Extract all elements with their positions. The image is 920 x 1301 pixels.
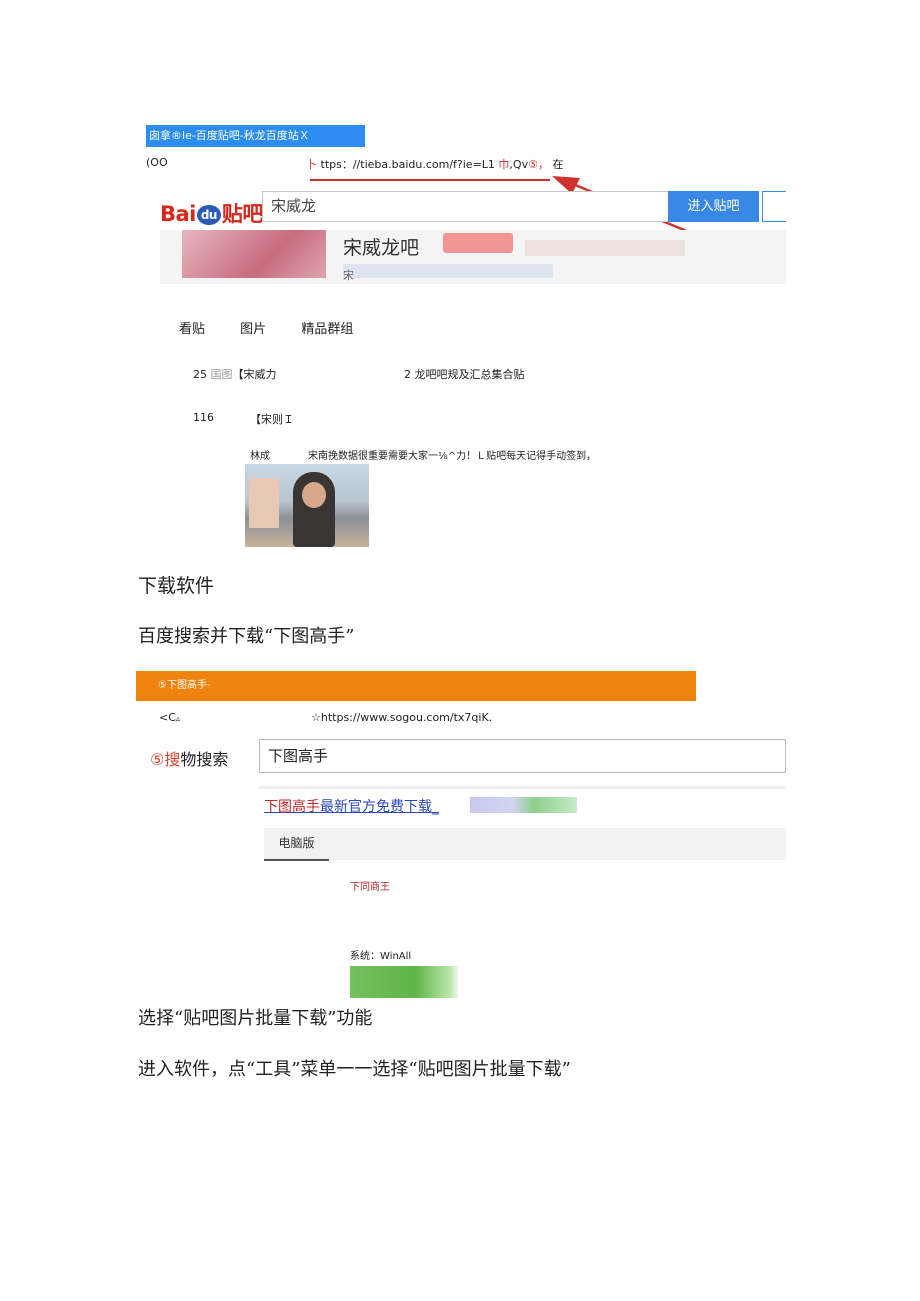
paragraph: 进入软件，点“工具”菜单一一选择“贴吧图片批量下载”: [138, 1059, 571, 1080]
url-main: ttps：//tieba.baidu.com/f?ie=L1: [320, 158, 495, 171]
forum-name: 宋威龙吧: [343, 237, 420, 259]
paragraph: 百度搜索并下载“下图高手”: [138, 626, 355, 647]
result-title: 最新官方免费下载_: [320, 799, 439, 815]
nav-back-text[interactable]: <C▵: [159, 711, 180, 724]
url-text[interactable]: 卜 ttps：//tieba.baidu.com/f?ie=L1 巾,Qv⑤， …: [306, 156, 563, 172]
secondary-button[interactable]: [762, 191, 786, 222]
paw-icon: du: [196, 205, 221, 225]
blurred-stats: [525, 240, 685, 256]
browser-tab[interactable]: 囱拿®le-百度贴吧-秋龙百度站Ｘ: [146, 125, 365, 147]
tab-pc-version[interactable]: 电脑版: [264, 828, 329, 861]
photo-building: [249, 478, 279, 528]
enter-tieba-button[interactable]: 进入贴吧: [668, 191, 759, 222]
forum-tabs: 看贴 图片 精品群组: [179, 318, 384, 337]
url-text[interactable]: ☆https://www.sogou.com/tx7qiK.: [311, 711, 492, 724]
result-link[interactable]: 下图高手最新官方免费下载_: [264, 796, 439, 816]
tab-groups[interactable]: 精品群组: [301, 322, 353, 337]
post-title[interactable]: 【宋则Ｉ: [250, 411, 294, 427]
nav-back[interactable]: <C: [159, 711, 176, 724]
url-prefix: 卜: [306, 158, 317, 171]
annotation-underline: [310, 179, 550, 181]
logo-tieba: 贴吧: [221, 202, 264, 226]
divider: [259, 786, 786, 789]
post-excerpt: 宋南挽数据很重要需要大家一⅛^力！Ｌ贴吧每天记得手动签到，: [308, 451, 597, 462]
reply-count: 116: [193, 411, 214, 424]
post-photo[interactable]: [245, 464, 369, 547]
post-title-continued[interactable]: 2 龙吧吧规及汇总集合贴: [404, 366, 525, 382]
triangle-icon: ▵: [175, 714, 180, 723]
baidu-tieba-logo[interactable]: Bai du 贴吧: [160, 198, 263, 228]
post-title[interactable]: 【宋威力: [233, 368, 277, 381]
logo-circle: ⑤: [150, 750, 165, 769]
software-name: 下同商王: [350, 882, 390, 893]
result-highlight: 下图高手: [264, 799, 320, 815]
forum-banner-image: [182, 230, 326, 278]
url-tail: ,Qv: [509, 158, 529, 171]
forum-subtitle-blurred: 宋: [343, 264, 553, 282]
post-tag: 国图: [210, 368, 233, 381]
result-tabbar: [264, 828, 786, 860]
reply-count: 25: [193, 368, 207, 381]
logo-red: 搜: [164, 750, 181, 769]
tab-images[interactable]: 图片: [240, 322, 266, 337]
nav-back-text[interactable]: (OO: [146, 156, 168, 169]
download-button[interactable]: [350, 966, 458, 998]
logo-rest: 物搜索: [180, 750, 229, 769]
search-input[interactable]: 下图高手: [259, 739, 786, 773]
search-input[interactable]: 宋威龙: [262, 191, 669, 222]
browser-tab[interactable]: ⑤下图高手-: [136, 671, 696, 701]
post-author[interactable]: 林成: [250, 447, 270, 462]
logo-bai: Bai: [160, 202, 196, 226]
section-heading: 下载软件: [138, 575, 215, 597]
blurred-link-tail: [470, 797, 577, 813]
forum-subtitle: 宋: [343, 269, 354, 282]
follow-button-blurred[interactable]: [443, 233, 513, 253]
url-red-char: 巾: [498, 158, 510, 171]
section-heading: 选择“贴吧图片批量下载”功能: [138, 1008, 373, 1029]
photo-face: [302, 482, 326, 508]
tab-posts[interactable]: 看贴: [179, 322, 205, 337]
sogou-logo[interactable]: ⑤搜物搜索: [150, 746, 228, 770]
system-info: 系统：WinAll: [350, 951, 412, 962]
post-row[interactable]: 25 国图【宋威力: [193, 366, 277, 382]
